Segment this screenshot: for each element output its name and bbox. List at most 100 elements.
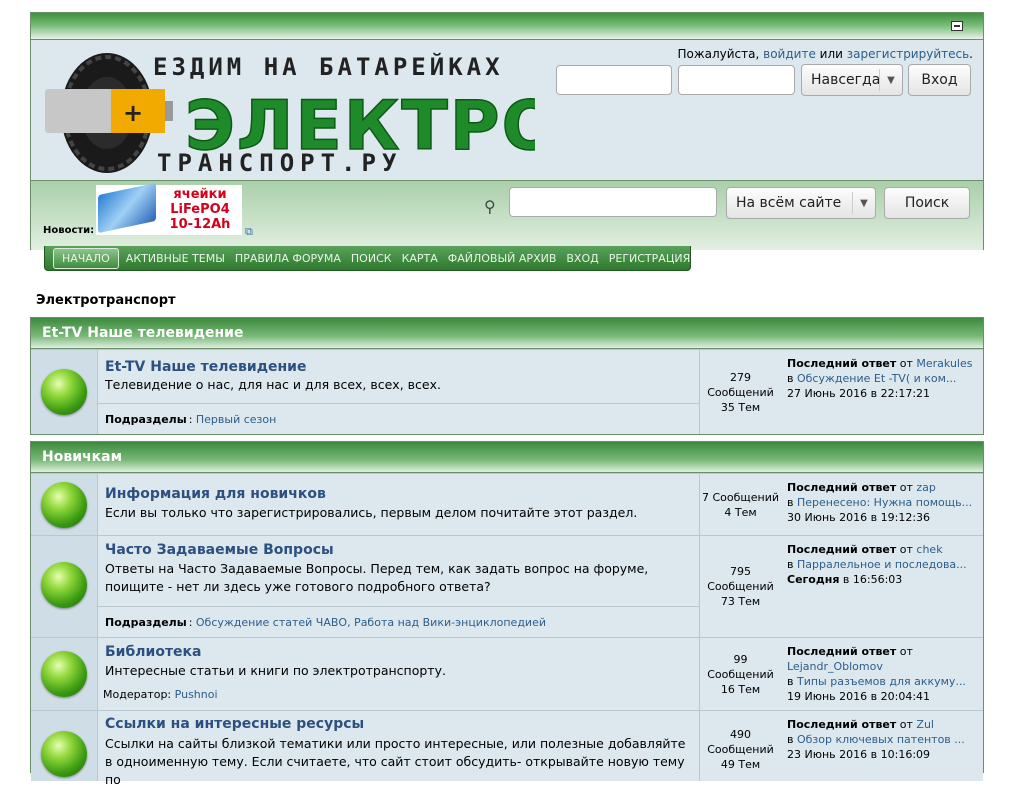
last-post-topic[interactable]: Обзор ключевых патентов ...	[797, 733, 965, 746]
category-block: Et-TV Наше телевидение Et-TV Наше телеви…	[30, 317, 984, 435]
last-post-topic[interactable]: Перенесено: Нужна помощь...	[797, 496, 972, 509]
category-header[interactable]: Et-TV Наше телевидение	[31, 318, 983, 349]
search-button[interactable]: Поиск	[884, 187, 970, 219]
board-stats: 490 Сообщений 49 Тем	[699, 711, 782, 781]
chevron-down-icon: ▼	[879, 69, 902, 91]
collapse-header-icon[interactable]	[951, 21, 963, 31]
menu-file-archive[interactable]: ФАЙЛОВЫЙ АРХИВ	[443, 252, 562, 265]
board-description: Ссылки на сайты близкой тематики или про…	[105, 736, 686, 787]
moderator-link[interactable]: Pushnoi	[175, 688, 218, 701]
password-input[interactable]	[678, 65, 795, 95]
board-row: Ссылки на интересные ресурсы Ссылки на с…	[31, 710, 983, 787]
menu-map[interactable]: КАРТА	[397, 252, 443, 265]
main-menu: НАЧАЛО АКТИВНЫЕ ТЕМЫ ПРАВИЛА ФОРУМА ПОИС…	[44, 246, 691, 271]
subforums-label: Подразделы	[105, 615, 187, 629]
last-post-label: Последний ответ	[787, 718, 897, 731]
username-input[interactable]	[556, 65, 672, 95]
banner-line: 10-12Ah	[169, 217, 231, 232]
last-post-user[interactable]: Zul	[916, 718, 934, 731]
last-post: Последний ответ от chek в Парралельное и…	[781, 536, 983, 637]
board-title[interactable]: Информация для новичков	[105, 486, 326, 502]
or-text: или	[819, 47, 843, 61]
stat-line: 4 Тем	[724, 505, 757, 519]
board-moderator: Модератор: Pushnoi	[103, 688, 218, 701]
banner-line: LiFePO4	[170, 202, 230, 217]
board-title[interactable]: Ссылки на интересные ресурсы	[105, 716, 364, 732]
last-post-user[interactable]: Lejandr_Oblomov	[787, 660, 883, 673]
menu-active-topics[interactable]: АКТИВНЫЕ ТЕМЫ	[121, 252, 230, 265]
board-info: Библиотека Интересные статьи и книги по …	[98, 638, 699, 710]
stat-line: 490	[730, 728, 751, 741]
breadcrumb[interactable]: Электротранспорт	[36, 293, 176, 308]
last-post-label: Последний ответ	[787, 645, 897, 658]
last-post: Последний ответ от zap в Перенесено: Нуж…	[781, 474, 983, 535]
board-icon-cell	[31, 536, 98, 637]
board-icon-cell	[31, 474, 98, 535]
last-post: Последний ответ от Merakules в Обсуждени…	[781, 350, 983, 434]
board-title[interactable]: Et-TV Наше телевидение	[105, 359, 306, 375]
external-link-icon[interactable]: ⧉	[245, 225, 253, 239]
in-text: в	[787, 496, 794, 509]
menu-register[interactable]: РЕГИСТРАЦИЯ	[604, 252, 696, 265]
menu-rules[interactable]: ПРАВИЛА ФОРУМА	[230, 252, 346, 265]
news-banner[interactable]: ячейки LiFePO4 10-12Ah	[96, 182, 242, 235]
board-row: Библиотека Интересные статьи и книги по …	[31, 637, 983, 710]
header-top-bar	[31, 13, 983, 40]
login-button[interactable]: Вход	[908, 64, 971, 96]
board-description: Интересные статьи и книги по электротран…	[105, 663, 446, 678]
board-subforums: Подразделы: Первый сезон	[98, 403, 699, 434]
board-info: Et-TV Наше телевидение Телевидение о нас…	[98, 350, 699, 434]
menu-search[interactable]: ПОИСК	[346, 252, 397, 265]
search-icon: ⚲	[484, 197, 496, 216]
forum-header: + ЕЗДИМ НА БАТАРЕЙКАХ ЭЛЕКТРО ТРАНСПОРТ.…	[30, 12, 984, 250]
menu-home[interactable]: НАЧАЛО	[53, 247, 119, 269]
stat-line: 73 Тем	[720, 595, 761, 608]
subforum-link[interactable]: Первый сезон	[196, 413, 276, 426]
board-description: Телевидение о нас, для нас и для всех, в…	[105, 377, 441, 392]
login-link[interactable]: войдите	[763, 47, 816, 61]
search-scope-value: На всём сайте	[736, 195, 842, 211]
no-new-posts-icon	[41, 482, 87, 528]
in-text: в	[787, 675, 794, 688]
last-post-user[interactable]: zap	[916, 481, 936, 494]
no-new-posts-icon	[41, 369, 87, 415]
board-stats: 7 Сообщений 4 Тем	[699, 474, 782, 535]
last-post-topic[interactable]: Парралельное и последова...	[797, 558, 967, 571]
last-post-user[interactable]: chek	[916, 543, 942, 556]
board-row: Et-TV Наше телевидение Телевидение о нас…	[31, 349, 983, 434]
from-text: от	[899, 543, 913, 556]
banner-line: ячейки	[173, 187, 227, 202]
register-link[interactable]: зарегистрируйтесь	[847, 47, 969, 61]
board-subforums: Подразделы: Обсуждение статей ЧАВО, Рабо…	[98, 606, 699, 637]
in-text: в	[787, 372, 794, 385]
search-input[interactable]	[509, 187, 717, 217]
stat-line: 49 Тем	[720, 758, 761, 771]
remember-select[interactable]: Навсегда ▼	[801, 64, 903, 96]
last-post-topic[interactable]: Обсуждение Et -TV( и ком...	[797, 372, 956, 385]
from-text: от	[899, 481, 913, 494]
from-text: от	[899, 645, 913, 658]
remember-value: Навсегда	[811, 72, 881, 88]
board-info: Часто Задаваемые Вопросы Ответы на Часто…	[98, 536, 699, 637]
search-scope-select[interactable]: На всём сайте ▼	[726, 187, 876, 219]
last-post-date: 23 Июнь 2016 в 10:16:09	[787, 748, 931, 761]
board-title[interactable]: Библиотека	[105, 644, 202, 660]
board-title[interactable]: Часто Задаваемые Вопросы	[105, 542, 334, 558]
stat-line: 279	[730, 370, 751, 384]
board-stats: 99 Сообщений 16 Тем	[699, 638, 782, 710]
subforum-link[interactable]: Обсуждение статей ЧАВО, Работа над Вики-…	[196, 616, 546, 629]
from-text: от	[899, 357, 913, 370]
board-icon-cell	[31, 711, 98, 781]
last-post-date: в 16:56:03	[842, 573, 903, 586]
battery-cell-image	[98, 182, 156, 234]
banner-text: ячейки LiFePO4 10-12Ah	[158, 187, 242, 232]
last-post-topic[interactable]: Типы разъемов для аккуму...	[797, 675, 966, 688]
menu-login[interactable]: ВХОД	[561, 252, 603, 265]
header-news-bar: Новости: ячейки LiFePO4 10-12Ah ⧉ ⚲ На в…	[31, 180, 983, 250]
site-logo[interactable]: + ЕЗДИМ НА БАТАРЕЙКАХ ЭЛЕКТРО ТРАНСПОРТ.…	[45, 49, 535, 175]
board-info: Ссылки на интересные ресурсы Ссылки на с…	[98, 711, 699, 787]
last-post-label: Последний ответ	[787, 543, 897, 556]
stat-line: Сообщений	[707, 743, 774, 756]
last-post-user[interactable]: Merakules	[916, 357, 972, 370]
category-header[interactable]: Новичкам	[31, 442, 983, 473]
